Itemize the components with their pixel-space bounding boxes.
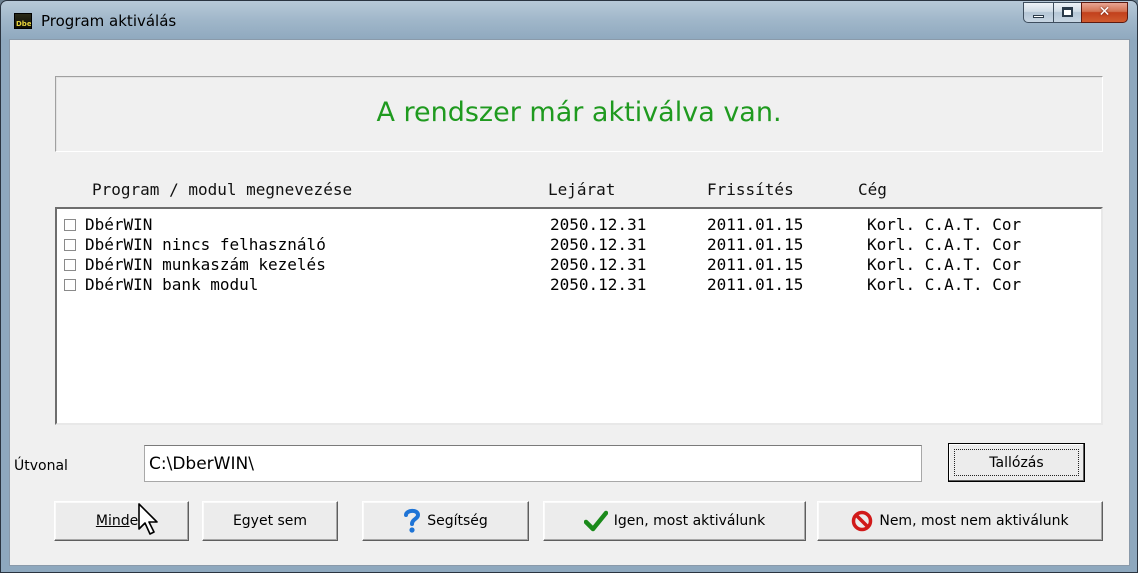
browse-button[interactable]: Tallózás xyxy=(948,443,1085,482)
column-header-name: Program / modul megnevezése xyxy=(92,180,353,199)
window-title: Program aktiválás xyxy=(41,12,177,30)
mouse-cursor-icon xyxy=(138,503,158,535)
list-item[interactable]: DbérWIN nincs felhasználó 2050.12.31 201… xyxy=(57,235,1101,255)
module-checkbox[interactable] xyxy=(64,279,76,291)
column-header-expiry: Lejárat xyxy=(548,180,616,199)
help-button-label: Segítség xyxy=(427,513,488,529)
module-name: DbérWIN nincs felhasználó xyxy=(85,235,326,254)
caption-buttons: ✕ xyxy=(1023,2,1128,24)
status-message: A rendszer már aktiválva van. xyxy=(376,97,782,128)
dont-activate-button[interactable]: Nem, most nem aktiválunk xyxy=(817,501,1103,541)
module-update: 2011.01.15 xyxy=(707,215,804,234)
module-expiry: 2050.12.31 xyxy=(550,275,647,294)
all-button[interactable]: Minden xyxy=(54,501,189,541)
module-checkbox[interactable] xyxy=(64,239,76,251)
path-input[interactable] xyxy=(144,445,922,482)
activate-button[interactable]: Igen, most aktiválunk xyxy=(543,501,806,541)
path-label: Útvonal xyxy=(14,458,68,474)
activation-window: Dber Program aktiválás ✕ A rendszer már … xyxy=(0,0,1138,573)
select-none-button[interactable]: Egyet sem xyxy=(202,501,338,541)
minimize-icon xyxy=(1033,15,1044,18)
app-icon[interactable]: Dber xyxy=(14,13,32,29)
close-icon: ✕ xyxy=(1098,4,1111,20)
list-item[interactable]: DbérWIN munkaszám kezelés 2050.12.31 201… xyxy=(57,255,1101,275)
module-name: DbérWIN bank modul xyxy=(85,275,259,294)
module-company: Korl. C.A.T. Cor xyxy=(867,235,1022,254)
module-expiry: 2050.12.31 xyxy=(550,235,647,254)
select-none-button-label: Egyet sem xyxy=(232,513,308,529)
maximize-button[interactable] xyxy=(1053,2,1081,23)
module-checkbox[interactable] xyxy=(64,259,76,271)
focus-rectangle xyxy=(954,449,1079,476)
app-icon-text: Dber xyxy=(16,20,32,28)
status-panel: A rendszer már aktiválva van. xyxy=(55,76,1103,152)
module-update: 2011.01.15 xyxy=(707,275,804,294)
all-button-mnemonic: Mind xyxy=(95,513,130,529)
module-update: 2011.01.15 xyxy=(707,235,804,254)
title-bar[interactable]: Dber Program aktiválás ✕ xyxy=(1,1,1137,39)
dialog-body: A rendszer már aktiválva van. Program / … xyxy=(9,39,1130,566)
column-header-company: Cég xyxy=(858,180,887,199)
minimize-button[interactable] xyxy=(1023,2,1053,23)
checkmark-icon xyxy=(583,510,608,532)
module-company: Korl. C.A.T. Cor xyxy=(867,255,1022,274)
module-name: DbérWIN xyxy=(85,215,153,234)
module-expiry: 2050.12.31 xyxy=(550,215,647,234)
column-header-update: Frissítés xyxy=(707,180,794,199)
module-company: Korl. C.A.T. Cor xyxy=(867,275,1022,294)
no-entry-icon xyxy=(852,510,873,532)
dont-activate-button-label: Nem, most nem aktiválunk xyxy=(879,513,1069,529)
maximize-icon xyxy=(1062,7,1073,17)
question-icon xyxy=(404,508,421,533)
module-checkbox[interactable] xyxy=(64,219,76,231)
list-item[interactable]: DbérWIN bank modul 2050.12.31 2011.01.15… xyxy=(57,275,1101,295)
module-company: Korl. C.A.T. Cor xyxy=(867,215,1022,234)
module-update: 2011.01.15 xyxy=(707,255,804,274)
list-item[interactable]: DbérWIN 2050.12.31 2011.01.15 Korl. C.A.… xyxy=(57,215,1101,235)
module-list[interactable]: DbérWIN 2050.12.31 2011.01.15 Korl. C.A.… xyxy=(55,207,1103,425)
module-name: DbérWIN munkaszám kezelés xyxy=(85,255,326,274)
close-button[interactable]: ✕ xyxy=(1081,2,1128,23)
activate-button-label: Igen, most aktiválunk xyxy=(613,513,766,529)
help-button[interactable]: Segítség xyxy=(362,501,529,541)
module-expiry: 2050.12.31 xyxy=(550,255,647,274)
